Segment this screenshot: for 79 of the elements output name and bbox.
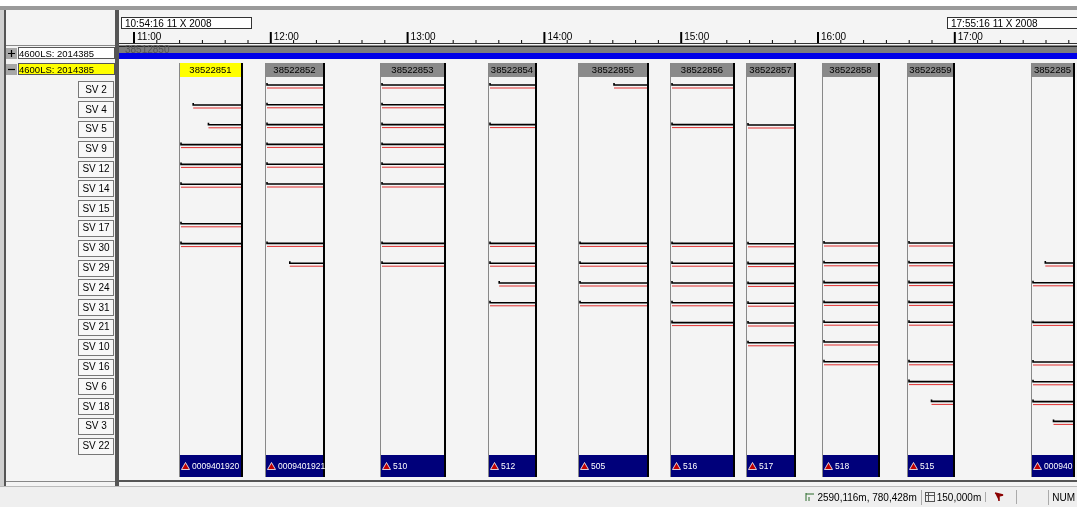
hour-label: 17:00 bbox=[957, 31, 983, 42]
warning-triangle-icon bbox=[672, 462, 681, 470]
station-label: 510 bbox=[393, 459, 408, 473]
plus-icon bbox=[8, 49, 15, 57]
hour-label: 12:00 bbox=[273, 31, 299, 42]
satellite-button[interactable]: SV 31 bbox=[78, 299, 114, 317]
satellite-button[interactable]: SV 12 bbox=[78, 160, 114, 178]
satellite-button[interactable]: SV 15 bbox=[78, 200, 114, 218]
expand-button[interactable] bbox=[6, 47, 17, 59]
satellite-button[interactable]: SV 22 bbox=[78, 437, 114, 455]
hour-label: 16:00 bbox=[821, 31, 847, 42]
pass-label[interactable]: 38522858 bbox=[823, 63, 878, 77]
station-label: 000940 bbox=[1044, 459, 1073, 473]
pass-label[interactable]: 38522853 bbox=[381, 63, 444, 77]
hour-label: 11:00 bbox=[137, 31, 162, 42]
satellite-button[interactable]: SV 18 bbox=[78, 398, 114, 416]
hour-label: 15:00 bbox=[684, 31, 710, 42]
collapse-button[interactable] bbox=[6, 63, 17, 75]
satellite-button[interactable]: SV 9 bbox=[78, 140, 114, 158]
satellite-button[interactable]: SV 2 bbox=[78, 81, 114, 99]
satellite-button[interactable]: SV 24 bbox=[78, 279, 114, 297]
station-label: 505 bbox=[591, 459, 606, 473]
group-label[interactable]: 4600LS: 2014385 bbox=[18, 63, 115, 75]
pass-label[interactable]: 38522854 bbox=[489, 63, 535, 77]
pass-label[interactable]: 38522852 bbox=[266, 63, 323, 77]
station-label: 517 bbox=[759, 459, 774, 473]
satellite-button[interactable]: SV 10 bbox=[78, 338, 114, 356]
satellite-button[interactable]: SV 6 bbox=[78, 378, 114, 396]
hour-label: 13:00 bbox=[410, 31, 436, 42]
station-label: 516 bbox=[683, 459, 698, 473]
pass-label[interactable]: 38522855 bbox=[579, 63, 647, 77]
pass-label[interactable]: 38522851 bbox=[180, 63, 241, 77]
warning-triangle-icon bbox=[909, 462, 918, 470]
warning-triangle-icon bbox=[267, 462, 276, 470]
station-bar[interactable]: 518 bbox=[823, 455, 878, 477]
station-label: 518 bbox=[835, 459, 850, 473]
station-bar[interactable]: 517 bbox=[747, 455, 794, 477]
satellite-button[interactable]: SV 16 bbox=[78, 358, 114, 376]
satellite-button[interactable]: SV 5 bbox=[78, 121, 114, 138]
station-label: 515 bbox=[920, 459, 935, 473]
satellite-button[interactable]: SV 3 bbox=[78, 417, 114, 435]
group-label[interactable]: 4600LS: 2014385 bbox=[18, 47, 115, 59]
station-bar[interactable]: 0009401920 bbox=[180, 455, 241, 477]
satellite-button[interactable]: SV 4 bbox=[78, 101, 114, 119]
satellite-button[interactable]: SV 21 bbox=[78, 318, 114, 336]
position-readout: 2590,116m, 780,428m bbox=[817, 490, 917, 505]
warning-triangle-icon bbox=[382, 462, 391, 470]
pass-label[interactable]: 38522859 bbox=[908, 63, 953, 77]
pass-label[interactable]: 3852285 bbox=[1032, 63, 1073, 77]
station-bar[interactable]: 505 bbox=[579, 455, 647, 477]
warning-triangle-icon bbox=[1033, 462, 1042, 470]
num-lock-indicator: NUM bbox=[1048, 489, 1077, 505]
end-time-label: 17:55:16 11 X 2008 bbox=[947, 17, 1077, 29]
station-bar[interactable]: 0009401921 bbox=[266, 455, 323, 477]
coordinates-icon bbox=[805, 492, 816, 502]
flag-icon bbox=[994, 492, 1005, 502]
station-bar[interactable]: 516 bbox=[671, 455, 733, 477]
warning-triangle-icon bbox=[490, 462, 499, 470]
station-bar[interactable]: 512 bbox=[489, 455, 535, 477]
start-time-label: 10:54:16 11 X 2008 bbox=[121, 17, 252, 29]
pass-label[interactable]: 38522857 bbox=[747, 63, 794, 77]
station-bar[interactable]: 000940 bbox=[1032, 455, 1073, 477]
warning-triangle-icon bbox=[181, 462, 190, 470]
station-label: 512 bbox=[501, 459, 516, 473]
satellite-button[interactable]: SV 30 bbox=[78, 239, 114, 257]
station-bar[interactable]: 510 bbox=[381, 455, 444, 477]
grid-icon bbox=[924, 492, 935, 502]
warning-triangle-icon bbox=[824, 462, 833, 470]
warning-triangle-icon bbox=[580, 462, 589, 470]
station-label: 0009401921 bbox=[278, 459, 326, 473]
station-label: 0009401920 bbox=[192, 459, 240, 473]
pass-label[interactable]: 38522856 bbox=[671, 63, 733, 77]
warning-triangle-icon bbox=[748, 462, 757, 470]
satellite-button[interactable]: SV 29 bbox=[78, 259, 114, 277]
scale-readout: 150,000m bbox=[936, 490, 982, 505]
satellite-button[interactable]: SV 14 bbox=[78, 180, 114, 198]
station-bar[interactable]: 515 bbox=[908, 455, 953, 477]
hour-label: 14:00 bbox=[547, 31, 573, 42]
satellite-button[interactable]: SV 17 bbox=[78, 219, 114, 237]
